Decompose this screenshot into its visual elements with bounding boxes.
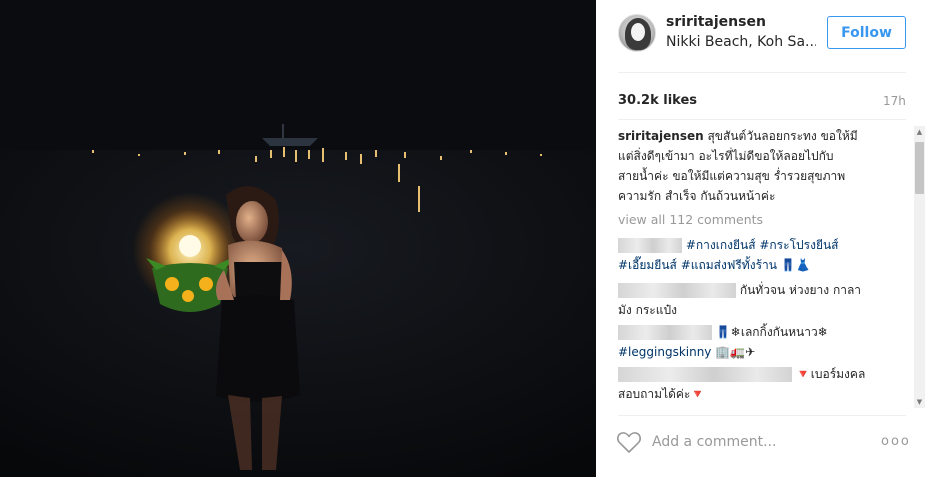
post-time[interactable]: 17h <box>883 94 906 108</box>
view-all-comments-link[interactable]: view all 112 comments <box>618 210 763 230</box>
caption-text-3: สายน้ำค่ะ ขอให้มีแต่ความสุข ร่ำรวยสุขภาพ <box>618 169 846 183</box>
blurred-username[interactable] <box>618 367 792 382</box>
divider <box>618 119 906 120</box>
comment-text-2: สอบถามได้ค่ะ🔻 <box>618 387 706 401</box>
heart-icon[interactable] <box>616 430 642 454</box>
comment-text-1: ❄เลกกิ้งกันหนาว❄ <box>730 325 828 339</box>
caption: sriritajensen สุขสันต์วันลอยกระทง ขอให้ม… <box>618 126 902 206</box>
comments-section: sriritajensen สุขสันต์วันลอยกระทง ขอให้ม… <box>618 126 912 408</box>
likes-count[interactable]: 30.2k likes <box>618 93 697 108</box>
hashtag-link[interactable]: #leggingskinny <box>618 345 711 359</box>
hashtag-link[interactable]: #กระโปรงยีนส์ <box>759 238 838 252</box>
clothing-emoji: 👖👗 <box>780 258 811 272</box>
hashtag-link[interactable]: #แถมส่งฟรีทั้งร้าน <box>681 258 777 272</box>
blurred-username[interactable] <box>618 325 712 340</box>
avatar-face <box>631 23 645 41</box>
hashtag-link[interactable]: #กางเกงยีนส์ <box>686 238 756 252</box>
post-photo[interactable] <box>0 0 596 477</box>
comments-scrollbar[interactable]: ▲ ▼ <box>914 126 925 408</box>
scroll-thumb[interactable] <box>915 142 924 194</box>
blurred-username[interactable] <box>618 283 736 298</box>
post-sidebar: sriritajensen Nikki Beach, Koh Sa... Fol… <box>596 0 927 477</box>
username-link[interactable]: sriritajensen <box>666 14 766 30</box>
hashtag-link[interactable]: #เอี๊ยมยีนส์ <box>618 258 677 272</box>
scroll-up-arrow-icon[interactable]: ▲ <box>914 126 925 138</box>
location-link[interactable]: Nikki Beach, Koh Sa... <box>666 34 816 50</box>
comment-text-2: มัง กระแป๋ง <box>618 303 677 317</box>
caption-text-1: สุขสันต์วันลอยกระทง ขอให้มี <box>703 129 858 143</box>
comment-text-1: กันทั่วจน ห่วงยาง กาลา <box>739 283 862 297</box>
photo-scene <box>0 0 596 477</box>
comment-item: กันทั่วจน ห่วงยาง กาลา มัง กระแป๋ง <box>618 280 902 320</box>
comment-item: #กางเกงยีนส์ #กระโปรงยีนส์ #เอี๊ยมยีนส์ … <box>618 235 902 275</box>
add-comment-input[interactable] <box>652 434 862 450</box>
comment-item: 🔻เบอร์มงคล สอบถามได้ค่ะ🔻 <box>618 364 902 404</box>
caption-username[interactable]: sriritajensen <box>618 129 704 143</box>
more-options-icon[interactable]: ooo <box>881 434 911 449</box>
scroll-down-arrow-icon[interactable]: ▼ <box>914 396 925 408</box>
divider <box>618 72 906 73</box>
comment-item: 👖❄เลกกิ้งกันหนาว❄ #leggingskinny 🏢🚛✈ <box>618 322 902 362</box>
post-header: sriritajensen Nikki Beach, Koh Sa... Fol… <box>596 0 927 72</box>
divider <box>618 415 906 416</box>
pants-emoji: 👖 <box>715 325 731 339</box>
caption-text-2: แต่สิ่งดีๆเข้ามา อะไรที่ไม่ดีขอให้ลอยไปก… <box>618 149 834 163</box>
caption-text-4: ความรัก สำเร็จ กันถ้วนหน้าค่ะ <box>618 189 776 203</box>
avatar[interactable] <box>618 14 656 52</box>
shipping-emoji: 🏢🚛✈ <box>715 345 756 359</box>
follow-button[interactable]: Follow <box>827 16 906 49</box>
comment-text-1: 🔻เบอร์มงคล <box>795 367 866 381</box>
blurred-username[interactable] <box>618 238 682 253</box>
